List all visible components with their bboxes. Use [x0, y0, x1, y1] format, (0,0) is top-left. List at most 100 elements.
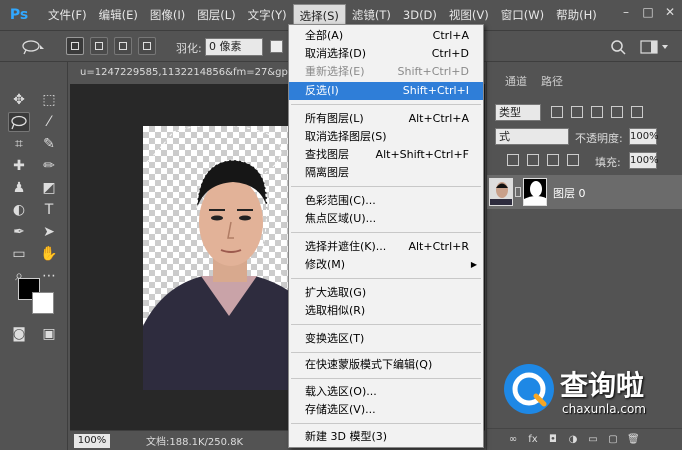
group-icon[interactable]: ▭	[587, 434, 599, 446]
menu-item-deselect-layers[interactable]: 取消选择图层(S)	[289, 128, 483, 146]
menu-separator	[291, 278, 481, 279]
fill-input[interactable]: 100%	[629, 152, 659, 169]
layer-thumbnail	[489, 178, 513, 206]
blend-mode-select[interactable]: 式	[495, 128, 569, 145]
close-icon[interactable]: ✕	[664, 6, 676, 18]
layer-style-icon[interactable]: fx	[527, 434, 539, 446]
menu-filter[interactable]: 滤镜(T)	[346, 4, 397, 26]
document-tab[interactable]: u=1247229585,1132214856&fm=27&gp=	[70, 62, 290, 84]
link-icon[interactable]	[515, 187, 521, 197]
anti-alias-checkbox[interactable]	[270, 40, 283, 53]
hand-tool-icon[interactable]: ✋	[38, 244, 60, 264]
adjustment-layer-icon[interactable]: ◑	[567, 434, 579, 446]
filter-smart-icon[interactable]	[631, 106, 643, 118]
lock-artboard-icon[interactable]	[547, 154, 559, 166]
menu-item-new-3d-model[interactable]: 新建 3D 模型(3)	[289, 428, 483, 446]
filter-shape-icon[interactable]	[611, 106, 623, 118]
layer-row[interactable]: 图层 0	[487, 175, 682, 209]
layer-kind-select[interactable]: 类型	[495, 104, 541, 121]
menu-window[interactable]: 窗口(W)	[495, 4, 550, 26]
menu-item-focus-area[interactable]: 焦点区域(U)...	[289, 210, 483, 228]
menu-layer[interactable]: 图层(L)	[191, 4, 241, 26]
layer-mask-thumbnail[interactable]	[523, 178, 547, 206]
path-selection-icon[interactable]: ➤	[38, 222, 60, 242]
tab-channels[interactable]: 通道	[505, 72, 527, 92]
menu-select[interactable]: 选择(S)	[292, 4, 346, 26]
menu-item-deselect[interactable]: 取消选择(D) Ctrl+D	[289, 45, 483, 63]
menu-item-color-range[interactable]: 色彩范围(C)...	[289, 192, 483, 210]
menu-item-modify[interactable]: 修改(M) ▶	[289, 256, 483, 274]
screen-mode-icon[interactable]: ▣	[38, 324, 60, 344]
move-tool-icon[interactable]: ✥	[8, 90, 30, 110]
add-mask-icon[interactable]: ◘	[547, 434, 559, 446]
menu-help[interactable]: 帮助(H)	[550, 4, 603, 26]
tab-paths[interactable]: 路径	[541, 72, 563, 92]
eraser-icon[interactable]: ◩	[38, 178, 60, 198]
lasso-tool-button[interactable]	[8, 112, 30, 132]
watermark-title: 查询啦	[560, 369, 645, 402]
lock-position-icon[interactable]	[527, 154, 539, 166]
menu-item-similar[interactable]: 选取相似(R)	[289, 302, 483, 320]
workspace-icon[interactable]	[640, 39, 670, 55]
search-icon[interactable]	[610, 39, 626, 55]
menu-3d[interactable]: 3D(D)	[397, 4, 443, 26]
marquee-tool-icon[interactable]: ⬚	[38, 90, 60, 110]
clone-stamp-icon[interactable]: ♟	[8, 178, 30, 198]
menu-item-quick-mask[interactable]: 在快速蒙版模式下编辑(Q)	[289, 356, 483, 374]
pen-tool-icon[interactable]: ✒	[8, 222, 30, 242]
gradient-tool-icon[interactable]: ◐	[8, 200, 30, 220]
menu-type[interactable]: 文字(Y)	[242, 4, 293, 26]
select-menu-dropdown: 全部(A) Ctrl+A 取消选择(D) Ctrl+D 重新选择(E) Shift+C…	[288, 24, 484, 448]
new-layer-icon[interactable]: ▢	[607, 434, 619, 446]
add-to-selection-button[interactable]	[90, 37, 108, 55]
feather-input[interactable]: 0 像素	[205, 38, 263, 56]
magic-wand-icon[interactable]: ⁄	[38, 112, 60, 132]
lasso-tool-icon[interactable]	[20, 39, 48, 55]
brush-tool-icon[interactable]: ✏	[38, 156, 60, 176]
layer-name[interactable]: 图层 0	[553, 185, 586, 201]
new-selection-button[interactable]	[66, 37, 84, 55]
eyedropper-icon[interactable]: ✎	[38, 134, 60, 154]
menu-item-all[interactable]: 全部(A) Ctrl+A	[289, 27, 483, 45]
menu-separator	[291, 352, 481, 353]
lock-pixels-icon[interactable]	[507, 154, 519, 166]
filter-pixel-icon[interactable]	[551, 106, 563, 118]
menu-item-isolate-layers[interactable]: 隔离图层	[289, 164, 483, 182]
submenu-arrow-icon: ▶	[470, 260, 477, 269]
link-layers-icon[interactable]: ∞	[507, 434, 519, 446]
background-color-swatch[interactable]	[32, 292, 54, 314]
filter-type-icon[interactable]	[591, 106, 603, 118]
menu-edit[interactable]: 编辑(E)	[93, 4, 144, 26]
maximize-icon[interactable]: □	[642, 6, 654, 18]
opacity-label: 不透明度:	[575, 132, 623, 145]
minimize-icon[interactable]: –	[620, 6, 632, 18]
crop-tool-icon[interactable]: ⌗	[8, 134, 30, 154]
menu-item-transform-selection[interactable]: 变换选区(T)	[289, 330, 483, 348]
menu-item-find-layers[interactable]: 查找图层 Alt+Shift+Ctrl+F	[289, 146, 483, 164]
rectangle-tool-icon[interactable]: ▭	[8, 244, 30, 264]
menu-item-save-selection[interactable]: 存储选区(V)...	[289, 401, 483, 419]
opacity-input[interactable]: 100%	[629, 128, 659, 145]
intersect-selection-button[interactable]	[138, 37, 156, 55]
document-size: 文档:188.1K/250.8K	[146, 437, 244, 448]
zoom-level[interactable]: 100%	[74, 433, 110, 448]
subtract-selection-button[interactable]	[114, 37, 132, 55]
type-tool-icon[interactable]: T	[38, 200, 60, 220]
menu-image[interactable]: 图像(I)	[144, 4, 191, 26]
menu-separator	[291, 186, 481, 187]
filter-adjust-icon[interactable]	[571, 106, 583, 118]
menu-item-select-and-mask[interactable]: 选择并遮住(K)... Alt+Ctrl+R	[289, 238, 483, 256]
menu-file[interactable]: 文件(F)	[42, 4, 93, 26]
menu-item-inverse[interactable]: 反选(I) Shift+Ctrl+I	[289, 82, 483, 100]
healing-brush-icon[interactable]: ✚	[8, 156, 30, 176]
menu-item-grow[interactable]: 扩大选取(G)	[289, 284, 483, 302]
lock-all-icon[interactable]	[567, 154, 579, 166]
delete-layer-icon[interactable]: 🗑	[627, 434, 640, 446]
watermark-logo-icon	[504, 364, 554, 414]
menu-separator	[291, 378, 481, 379]
menu-view[interactable]: 视图(V)	[443, 4, 495, 26]
more-tools-icon[interactable]: ⋯	[38, 266, 60, 286]
menu-item-load-selection[interactable]: 载入选区(O)...	[289, 383, 483, 401]
quick-mask-icon[interactable]: ◙	[8, 324, 30, 344]
menu-item-all-layers[interactable]: 所有图层(L) Alt+Ctrl+A	[289, 110, 483, 128]
